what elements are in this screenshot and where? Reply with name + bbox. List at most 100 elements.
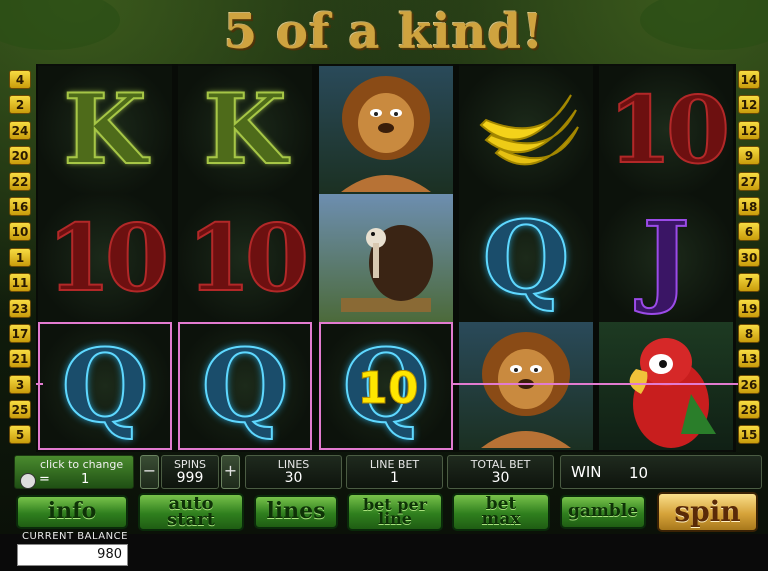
line-number: 25 <box>9 400 31 420</box>
line-number: 8 <box>738 323 760 343</box>
line-number: 22 <box>9 171 31 191</box>
lines-value: 30 <box>284 470 303 486</box>
symbol-label: 10 <box>186 204 310 312</box>
symbol-k: K <box>38 66 172 194</box>
reel-5: 10 J <box>599 64 733 452</box>
line-number: 24 <box>9 120 31 140</box>
symbol-label: 10 <box>46 204 170 312</box>
reel-4: Q <box>459 64 593 452</box>
symbol-label: Q <box>60 327 149 445</box>
line-number: 9 <box>738 146 760 166</box>
coin-value: 1 <box>81 472 90 487</box>
line-number: 16 <box>9 196 31 216</box>
bet-max-button[interactable]: bet max <box>452 493 550 531</box>
coin-value-selector[interactable]: click to change = 1 <box>14 455 134 489</box>
symbol-label: K <box>62 73 147 186</box>
line-number: 15 <box>738 425 760 445</box>
bet-max-label-2: max <box>481 509 521 529</box>
vulture-icon <box>341 225 433 312</box>
lines-panel: LINES 30 <box>245 455 342 489</box>
spins-decrease-button[interactable]: − <box>140 455 159 489</box>
auto-start-button[interactable]: auto start <box>138 493 244 531</box>
symbol-q-winning: Q <box>178 322 312 450</box>
payline <box>453 383 738 385</box>
current-balance-value: 980 <box>17 544 128 566</box>
lion-icon <box>341 76 431 192</box>
line-number: 17 <box>9 323 31 343</box>
vulture-symbol <box>319 194 453 322</box>
line-number: 4 <box>9 70 31 89</box>
parrot-symbol <box>599 322 733 450</box>
lion-icon <box>481 332 571 448</box>
line-number: 20 <box>9 146 31 166</box>
gamble-button[interactable]: gamble <box>560 495 646 529</box>
line-number: 14 <box>738 70 760 89</box>
symbol-q-winning: Q 10 <box>319 322 453 450</box>
line-number: 19 <box>738 298 760 318</box>
symbol-10: 10 <box>599 66 733 194</box>
current-balance-label: CURRENT BALANCE <box>22 531 128 542</box>
lion-symbol <box>319 66 453 194</box>
line-number: 21 <box>9 349 31 369</box>
auto-start-label-2: start <box>167 509 215 530</box>
game-title: 5 of a kind! <box>223 4 545 60</box>
line-number: 26 <box>738 374 760 394</box>
symbol-10: 10 <box>38 194 172 322</box>
line-number: 30 <box>738 247 760 267</box>
win-value: 10 <box>629 464 649 482</box>
reel-1: K 10 Q <box>38 64 172 452</box>
line-bet-panel: LINE BET 1 <box>346 455 443 489</box>
right-line-numbers: 14 12 12 9 27 18 6 30 7 19 8 13 26 28 15 <box>738 70 764 451</box>
line-number: 6 <box>738 222 760 242</box>
banana-icon <box>479 94 579 166</box>
win-amount-overlay: 10 <box>357 362 419 414</box>
banana-symbol <box>459 66 593 194</box>
spins-increase-button[interactable]: + <box>221 455 240 489</box>
win-panel: WIN 10 <box>560 455 762 489</box>
line-number: 12 <box>738 95 760 115</box>
payline <box>36 383 43 385</box>
line-number: 1 <box>9 247 31 267</box>
spins-panel: SPINS 999 <box>161 455 219 489</box>
coin-equals: = <box>39 472 50 487</box>
reel-3: Q 10 <box>319 64 453 452</box>
spin-button[interactable]: spin <box>657 492 758 532</box>
line-bet-value: 1 <box>390 470 399 486</box>
lion-symbol <box>459 322 593 450</box>
line-number: 27 <box>738 171 760 191</box>
line-number: 13 <box>738 349 760 369</box>
total-bet-value: 30 <box>491 470 510 486</box>
total-bet-panel: TOTAL BET 30 <box>447 455 554 489</box>
symbol-j: J <box>599 194 733 322</box>
spins-value: 999 <box>176 470 204 486</box>
line-number: 28 <box>738 400 760 420</box>
reel-area: K 10 Q K 10 Q Q 10 Q 10 J <box>36 64 736 452</box>
coin-icon <box>20 473 36 489</box>
line-number: 2 <box>9 95 31 115</box>
line-number: 7 <box>738 273 760 293</box>
line-number: 18 <box>738 196 760 216</box>
slot-game: 5 of a kind! 4 2 24 20 22 16 10 1 11 23 … <box>0 0 768 571</box>
line-number: 3 <box>9 374 31 394</box>
bet-per-line-label-2: line <box>378 509 412 528</box>
left-line-numbers: 4 2 24 20 22 16 10 1 11 23 17 21 3 25 5 <box>9 70 35 451</box>
info-button[interactable]: info <box>16 495 128 529</box>
symbol-q-winning: Q <box>38 322 172 450</box>
click-to-change-label: click to change <box>40 458 124 471</box>
line-number: 10 <box>9 222 31 242</box>
symbol-q: Q <box>459 194 593 322</box>
lines-button[interactable]: lines <box>254 495 338 529</box>
symbol-label: 10 <box>607 76 731 184</box>
line-number: 5 <box>9 425 31 445</box>
symbol-label: K <box>202 73 287 186</box>
line-number: 11 <box>9 273 31 293</box>
symbol-label: Q <box>481 199 570 317</box>
parrot-icon <box>629 338 716 448</box>
symbol-k: K <box>178 66 312 194</box>
line-number: 12 <box>738 120 760 140</box>
win-label: WIN <box>571 463 602 481</box>
symbol-10: 10 <box>178 194 312 322</box>
line-number: 23 <box>9 298 31 318</box>
bet-per-line-button[interactable]: bet per line <box>347 493 443 531</box>
symbol-label: J <box>641 199 690 317</box>
